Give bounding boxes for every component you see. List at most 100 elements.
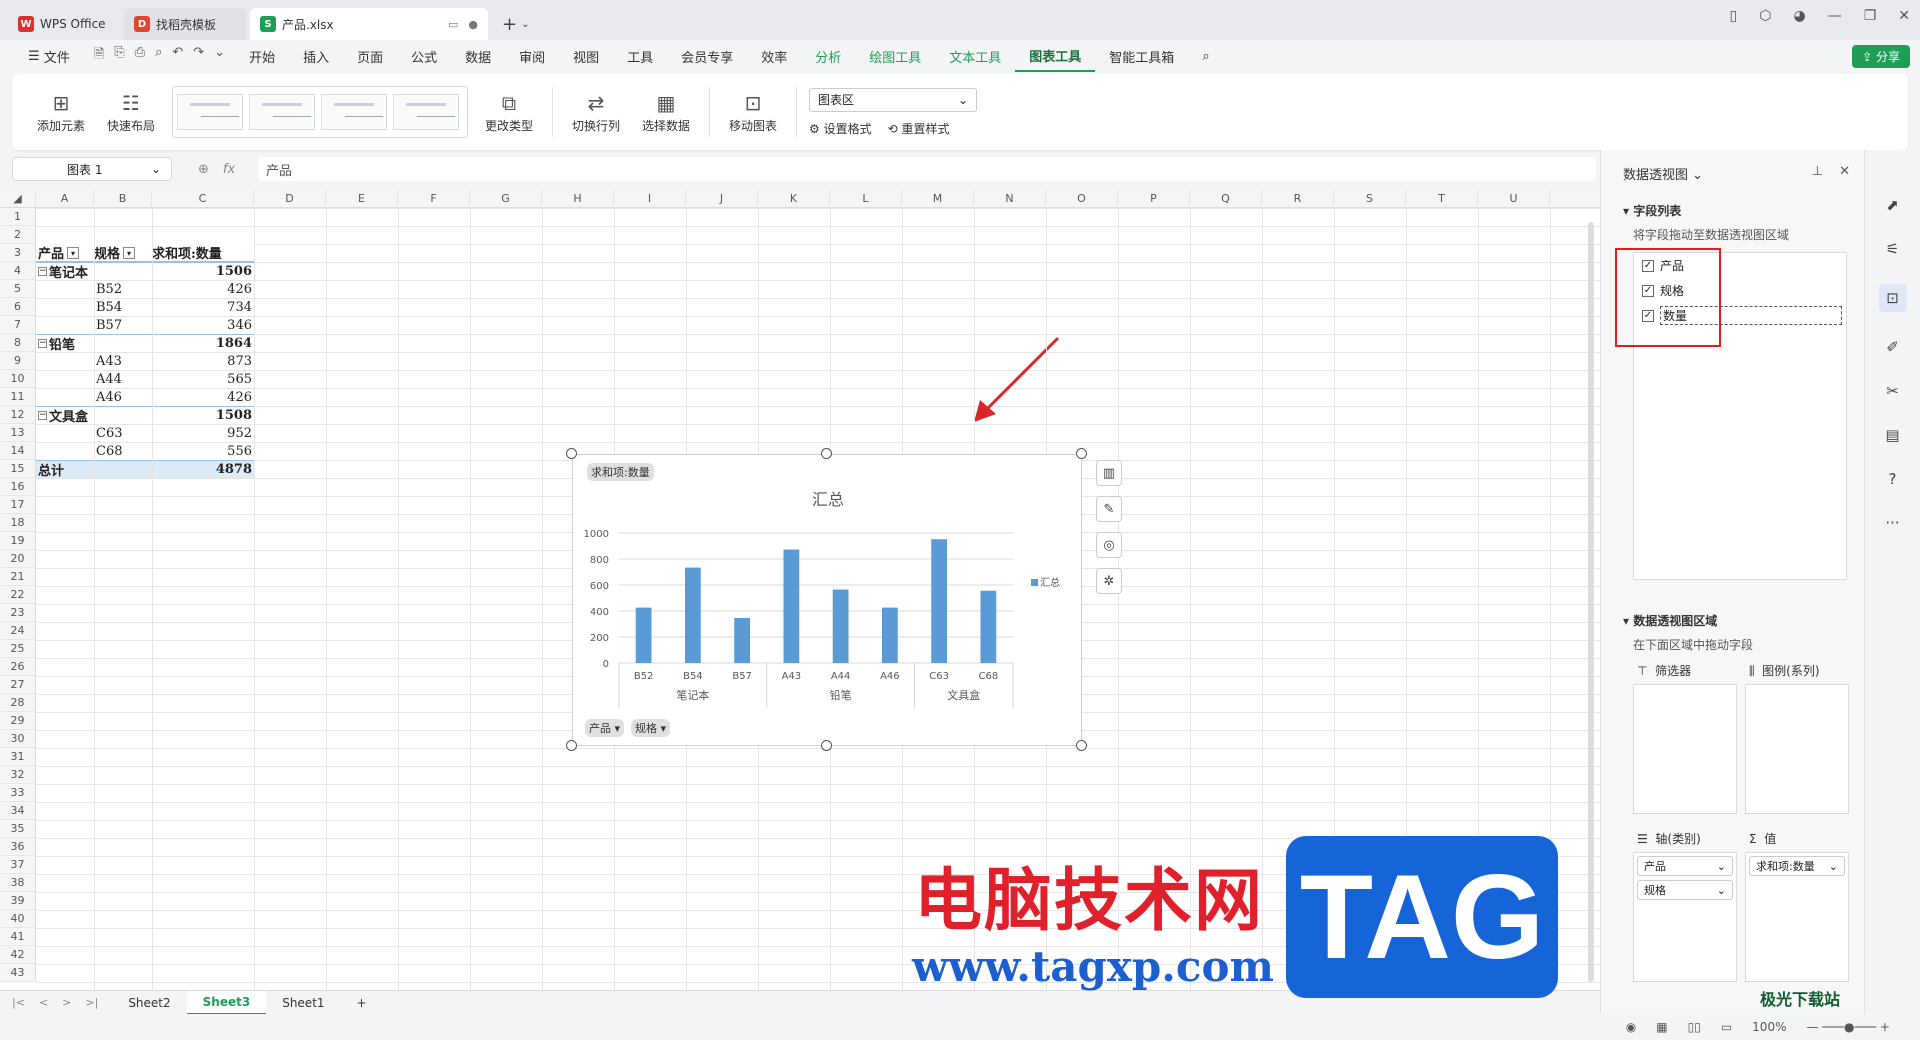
more-icon[interactable]: ··· xyxy=(1885,514,1899,532)
chart-style-thumb[interactable] xyxy=(249,94,315,130)
row-header[interactable]: 3 xyxy=(0,244,35,262)
collapse-icon[interactable]: − xyxy=(38,267,47,276)
reset-style-button[interactable]: ⟲ 重置样式 xyxy=(888,120,950,137)
select-cursor-icon[interactable]: ⬈ xyxy=(1886,196,1899,214)
column-header[interactable]: K xyxy=(758,190,830,208)
column-header[interactable]: I xyxy=(614,190,686,208)
resize-handle[interactable] xyxy=(821,740,832,751)
row-header[interactable]: 23 xyxy=(0,604,35,622)
column-header[interactable]: H xyxy=(542,190,614,208)
column-header[interactable]: R xyxy=(1262,190,1334,208)
column-header[interactable]: P xyxy=(1118,190,1190,208)
column-header[interactable]: A xyxy=(36,190,94,208)
select-data-button[interactable]: ▦ 选择数据 xyxy=(631,82,701,142)
column-header[interactable]: D xyxy=(254,190,326,208)
row-header[interactable]: 19 xyxy=(0,532,35,550)
zoom-slider[interactable]: — ───●─── + xyxy=(1806,1020,1890,1034)
row-header[interactable]: 9 xyxy=(0,352,35,370)
eye-protect-icon[interactable]: ◉ xyxy=(1626,1020,1636,1034)
chart-elements-icon[interactable]: ▥ xyxy=(1096,460,1122,486)
close-icon[interactable]: ✕ xyxy=(1839,164,1850,179)
chart-filter-icon[interactable]: ◎ xyxy=(1096,532,1122,558)
tab-wps-office[interactable]: W WPS Office xyxy=(8,8,120,40)
row-header[interactable]: 10 xyxy=(0,370,35,388)
row-header[interactable]: 34 xyxy=(0,802,35,820)
format-painter-icon[interactable]: ⎘ xyxy=(114,45,124,67)
row-header[interactable]: 39 xyxy=(0,892,35,910)
menu-view[interactable]: 视图 xyxy=(559,40,613,72)
tab-docer[interactable]: D 找稻壳模板 xyxy=(124,8,246,40)
row-header[interactable]: 25 xyxy=(0,640,35,658)
zoom-icon[interactable]: ⊕ xyxy=(198,162,209,177)
add-sheet-button[interactable]: + xyxy=(341,991,383,1015)
column-header[interactable]: J xyxy=(686,190,758,208)
filter-drop-area[interactable] xyxy=(1633,684,1737,814)
more-icon[interactable]: ⌄ xyxy=(214,45,225,67)
menu-start[interactable]: 开始 xyxy=(235,40,289,72)
print-icon[interactable]: ⎙ xyxy=(135,45,145,67)
row-header[interactable]: 15 xyxy=(0,460,35,478)
tab-document[interactable]: S 产品.xlsx ▭ ● xyxy=(250,8,488,40)
row-header[interactable]: 7 xyxy=(0,316,35,334)
column-header[interactable]: L xyxy=(830,190,902,208)
new-tab-button[interactable]: + ⌄ xyxy=(492,8,539,40)
row-header[interactable]: 30 xyxy=(0,730,35,748)
menu-efficiency[interactable]: 效率 xyxy=(747,40,801,72)
name-box[interactable]: 图表 1 ⌄ xyxy=(12,157,172,181)
menu-review[interactable]: 审阅 xyxy=(505,40,559,72)
row-header[interactable]: 13 xyxy=(0,424,35,442)
row-header[interactable]: 17 xyxy=(0,496,35,514)
add-element-button[interactable]: ⊞ 添加元素 xyxy=(26,82,96,142)
row-header[interactable]: 31 xyxy=(0,748,35,766)
select-all-corner[interactable]: ◢ xyxy=(0,190,36,208)
field-list-section[interactable]: ▾ 字段列表 xyxy=(1623,202,1681,219)
sheet-nav-last-icon[interactable]: >| xyxy=(85,996,98,1009)
chart-style-thumb[interactable] xyxy=(393,94,459,130)
column-header[interactable]: N xyxy=(974,190,1046,208)
row-header[interactable]: 28 xyxy=(0,694,35,712)
row-header[interactable]: 33 xyxy=(0,784,35,802)
row-header[interactable]: 6 xyxy=(0,298,35,316)
row-header[interactable]: 26 xyxy=(0,658,35,676)
chevron-down-icon[interactable]: ⌄ xyxy=(521,19,529,30)
chart-style-thumb[interactable] xyxy=(321,94,387,130)
chart-style-gallery[interactable] xyxy=(172,86,468,138)
row-header[interactable]: 43 xyxy=(0,964,35,982)
avatar[interactable]: ◕ xyxy=(1793,8,1805,24)
row-header[interactable]: 4 xyxy=(0,262,35,280)
menu-drawing-tools[interactable]: 绘图工具 xyxy=(855,40,935,72)
pivot-chart[interactable]: 求和项:数量 汇总 0 200 400 600 800 1000 B52 B54 B57 A43 A4… xyxy=(572,454,1082,746)
axis-field-button-product[interactable]: 产品 ▾ xyxy=(585,719,625,737)
pin-icon[interactable]: ⊥ xyxy=(1812,164,1823,179)
resize-handle[interactable] xyxy=(821,448,832,459)
row-header[interactable]: 14 xyxy=(0,442,35,460)
row-header[interactable]: 22 xyxy=(0,586,35,604)
axis-item-spec[interactable]: 规格 ⌄ xyxy=(1637,880,1733,900)
menu-smart-toolbox[interactable]: 智能工具箱 xyxy=(1095,40,1188,72)
row-header[interactable]: 20 xyxy=(0,550,35,568)
print-preview-icon[interactable]: ⌕ xyxy=(155,45,162,67)
menu-tools[interactable]: 工具 xyxy=(613,40,667,72)
menu-member[interactable]: 会员专享 xyxy=(667,40,747,72)
resize-handle[interactable] xyxy=(1076,448,1087,459)
sheet-tab[interactable]: Sheet1 xyxy=(266,991,340,1015)
menu-page[interactable]: 页面 xyxy=(343,40,397,72)
menu-analysis[interactable]: 分析 xyxy=(801,40,855,72)
collapse-icon[interactable]: − xyxy=(38,411,47,420)
row-header[interactable]: 12 xyxy=(0,406,35,424)
column-header[interactable]: U xyxy=(1478,190,1550,208)
share-button[interactable]: ⇪ 分享 xyxy=(1852,45,1910,68)
pivot-panel-icon[interactable]: ⊡ xyxy=(1878,284,1907,312)
restore-button[interactable]: ❐ xyxy=(1864,8,1877,24)
row-header[interactable]: 18 xyxy=(0,514,35,532)
help-icon[interactable]: ? xyxy=(1889,470,1897,488)
panel-title[interactable]: 数据透视图 ⌄ xyxy=(1623,164,1703,183)
row-header[interactable]: 5 xyxy=(0,280,35,298)
save-icon[interactable]: 🗎 xyxy=(94,45,104,67)
row-header[interactable]: 21 xyxy=(0,568,35,586)
row-header[interactable]: 8 xyxy=(0,334,35,352)
filter-dropdown-icon[interactable]: ▾ xyxy=(67,246,80,259)
column-header[interactable]: C xyxy=(152,190,254,208)
row-header[interactable]: 40 xyxy=(0,910,35,928)
row-header[interactable]: 32 xyxy=(0,766,35,784)
